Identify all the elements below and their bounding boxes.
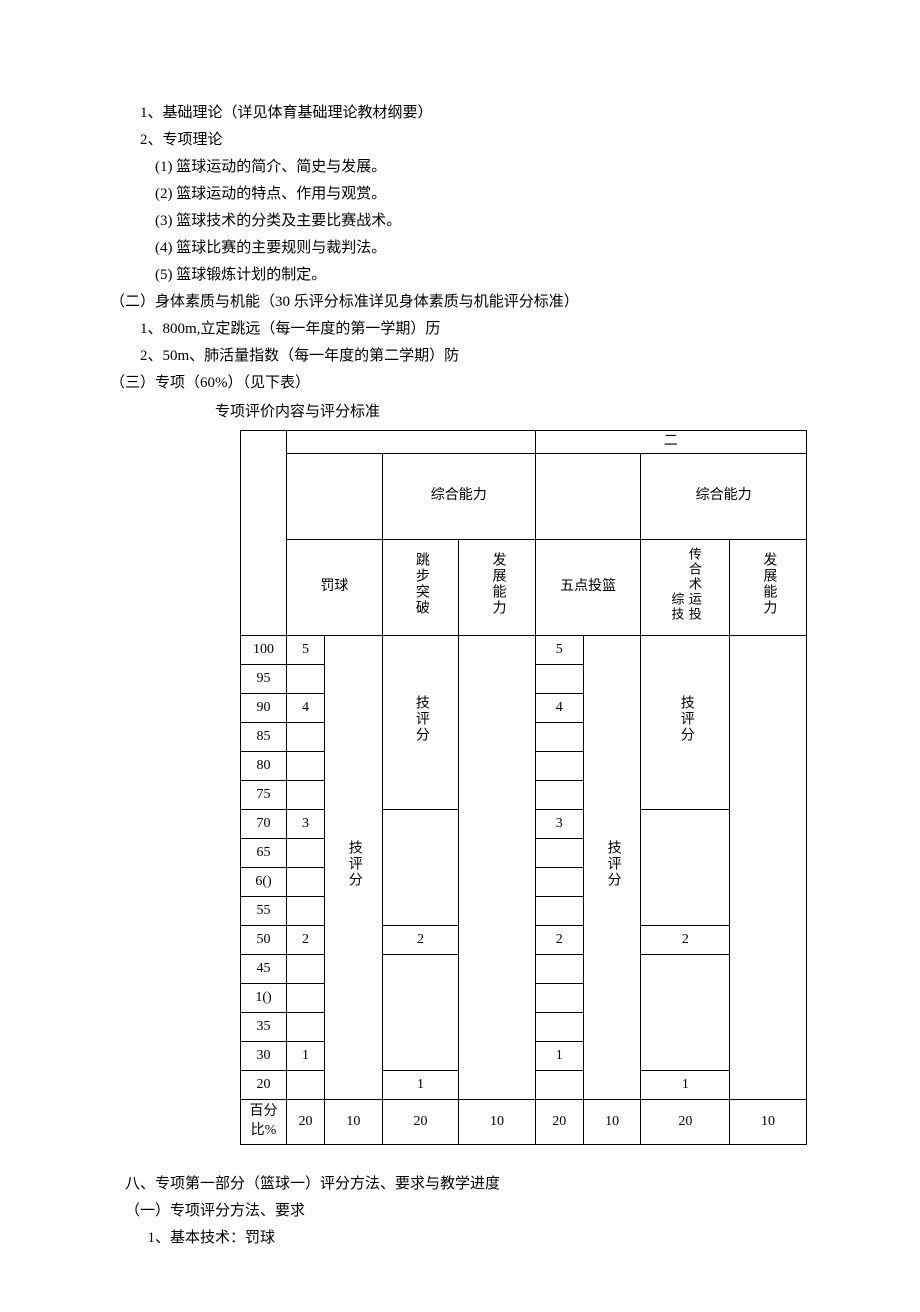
header-wd: 五点投篮: [535, 540, 641, 636]
table-row-percent: 百分比% 20 10 20 10 20 10 20 10: [241, 1100, 807, 1145]
table-caption: 专项评价内容与评分标准: [110, 399, 810, 426]
line-section-2: （二）身体素质与机能（30 乐评分标准详见身体素质与机能评分标准）: [110, 289, 810, 316]
header-fz2: 发展能力: [730, 540, 807, 636]
cell-jpf-f: 技评分: [583, 636, 641, 1100]
header-comp-2: 综合能力: [641, 454, 806, 540]
line-section-3: （三）专项（60%）（见下表）: [110, 370, 810, 397]
cell: 5: [287, 636, 325, 665]
pct-label: 百分比%: [241, 1100, 287, 1145]
cell-score: 100: [241, 636, 287, 665]
header-fq: 罚球: [287, 540, 383, 636]
cell-blank-h: [730, 636, 807, 1100]
table-row: 综合能力 综合能力: [241, 454, 807, 540]
line-basic-theory: 1、基础理论（详见体育基础理论教材纲要）: [110, 100, 810, 127]
table-row: 100 5 技评分 技评分 5 技评分 技评分: [241, 636, 807, 665]
header-group-2: 二: [535, 431, 806, 454]
header-blank: [241, 431, 287, 636]
section-8-sub: （一）专项评分方法、要求: [110, 1198, 810, 1225]
cell-jpf-g: 技评分: [641, 636, 730, 810]
line-50m: 2、50m、肺活量指数（每一年度的第二学期）防: [110, 343, 810, 370]
table-row: 二: [241, 431, 807, 454]
cell-blank-d: [459, 636, 536, 1100]
scoring-table: 二 综合能力 综合能力 罚球 跳步突破 发展能力 五点投篮 综技传合术运投 发展…: [240, 430, 807, 1145]
line-item-2: (2) 篮球运动的特点、作用与观赏。: [110, 181, 810, 208]
cell-jpf-b: 技评分: [325, 636, 383, 1100]
line-item-3: (3) 篮球技术的分类及主要比赛战术。: [110, 208, 810, 235]
section-8-title: 八、专项第一部分（篮球一）评分方法、要求与教学进度: [110, 1171, 810, 1198]
cell-jpf-c: 技评分: [382, 636, 459, 810]
line-item-4: (4) 篮球比赛的主要规则与裁判法。: [110, 235, 810, 262]
line-800m: 1、800m,立定跳远（每一年度的第一学期）历: [110, 316, 810, 343]
line-special-theory: 2、专项理论: [110, 127, 810, 154]
header-fz1: 发展能力: [459, 540, 536, 636]
table-row: 罚球 跳步突破 发展能力 五点投篮 综技传合术运投 发展能力: [241, 540, 807, 636]
header-sub-2a: [535, 454, 641, 540]
section-8-item: 1、基本技术：罚球: [110, 1225, 810, 1252]
header-zjcs: 综技传合术运投: [641, 540, 730, 636]
header-tbtb: 跳步突破: [382, 540, 459, 636]
line-item-5: (5) 篮球锻炼计划的制定。: [110, 262, 810, 289]
cell: 5: [535, 636, 583, 665]
header-group-1: [287, 431, 536, 454]
header-sub-1a: [287, 454, 383, 540]
line-item-1: (1) 篮球运动的简介、简史与发展。: [110, 154, 810, 181]
header-comp-1: 综合能力: [382, 454, 535, 540]
